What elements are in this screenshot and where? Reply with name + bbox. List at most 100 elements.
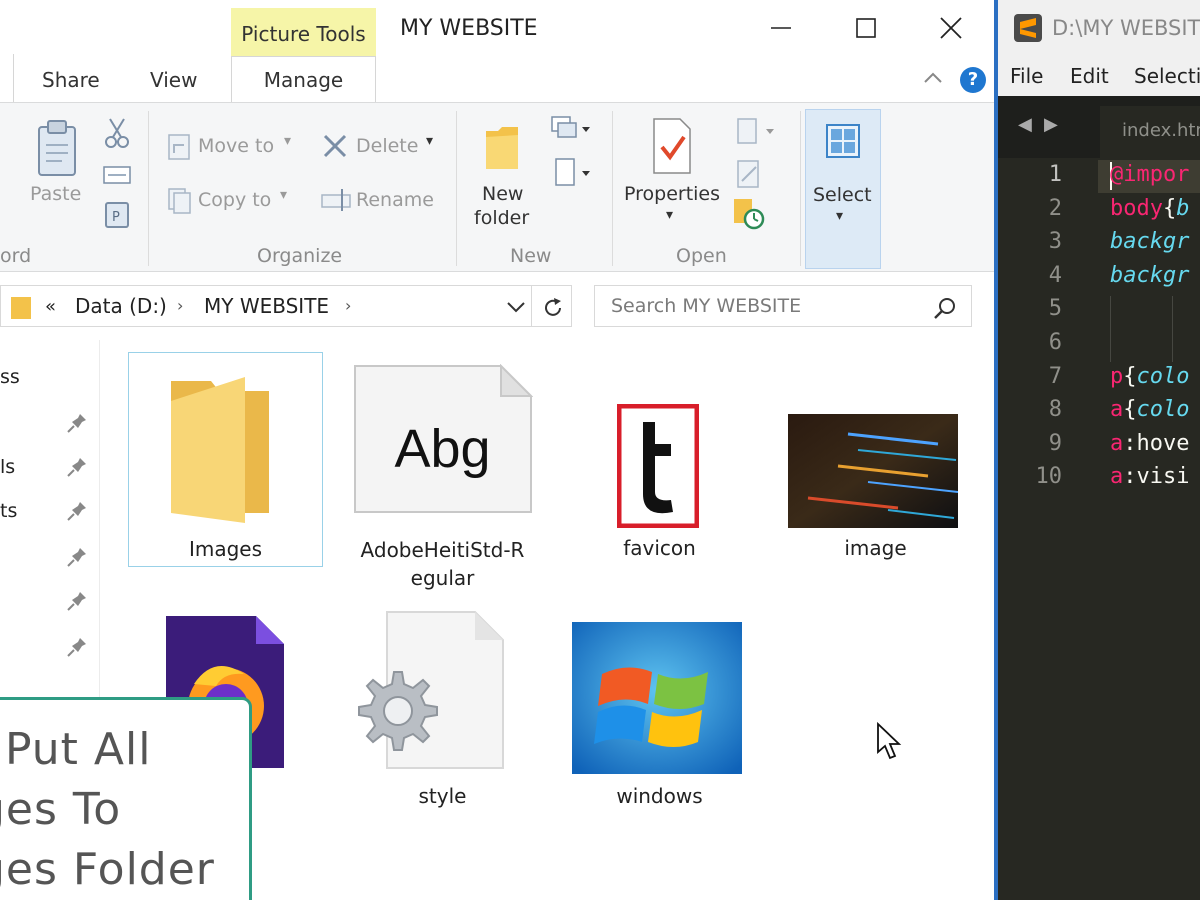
breadcrumb-overflow[interactable]: « <box>45 296 56 317</box>
history-icon[interactable] <box>732 197 766 231</box>
rename-icon <box>321 189 351 211</box>
menu-selection[interactable]: Selectio <box>1134 64 1200 88</box>
close-button[interactable] <box>915 8 987 48</box>
indent-guide <box>1172 296 1173 362</box>
tab-index-html[interactable]: index.htm <box>1100 106 1200 158</box>
code-token: backgr <box>1110 262 1190 288</box>
file-item-image[interactable]: image <box>778 352 973 567</box>
search-icon[interactable] <box>933 296 957 320</box>
help-icon[interactable]: ? <box>960 67 986 93</box>
file-name: Images <box>188 537 263 561</box>
code-line: backgr <box>1110 263 1189 288</box>
pin-icon[interactable] <box>66 636 88 658</box>
code-token: { <box>1123 363 1137 389</box>
nav-item-downloads[interactable]: ls <box>0 456 15 478</box>
tab-scroll-right-icon[interactable]: ▶ <box>1044 114 1058 135</box>
breadcrumb-separator-icon[interactable]: › <box>177 296 183 315</box>
maximize-button[interactable] <box>830 8 902 48</box>
delete-dropdown-icon[interactable]: ▾ <box>426 133 433 149</box>
code-editor-window: D:\MY WEBSITE File Edit Selectio ◀ ▶ ind… <box>998 0 1200 900</box>
file-item-favicon[interactable]: favicon <box>562 352 757 567</box>
search-input[interactable]: Search MY WEBSITE <box>594 285 972 327</box>
new-item-icon[interactable] <box>548 115 592 149</box>
file-name-line1: AdobeHeitiStd-R <box>360 538 525 562</box>
tab-file[interactable] <box>0 54 14 102</box>
nav-item-documents[interactable]: ts <box>0 500 17 522</box>
title-bar: Picture Tools MY WEBSITE <box>0 0 996 56</box>
copy-path-icon[interactable] <box>102 165 132 185</box>
code-token: backgr <box>1110 229 1190 255</box>
code-line: body{b <box>1110 196 1189 221</box>
favicon-thumbnail-icon <box>617 404 699 528</box>
tab-view[interactable]: View <box>150 68 197 92</box>
ribbon-separator <box>148 111 149 266</box>
pin-icon[interactable] <box>66 456 88 478</box>
properties-icon <box>653 118 691 174</box>
refresh-icon[interactable] <box>541 296 565 320</box>
callout-line-3: ges Folder <box>0 844 215 895</box>
copy-to-button[interactable]: Copy to <box>198 189 271 211</box>
tab-share[interactable]: Share <box>42 68 100 92</box>
move-to-dropdown-icon[interactable]: ▾ <box>284 133 291 149</box>
tab-label: index.htm <box>1122 120 1200 141</box>
breadcrumb-data-drive[interactable]: Data (D:) <box>75 294 167 318</box>
code-line: backgr <box>1110 229 1189 254</box>
picture-tools-label: Picture Tools <box>241 22 366 46</box>
pin-icon[interactable] <box>66 412 88 434</box>
cut-icon[interactable] <box>104 117 130 149</box>
select-button[interactable]: Select ▾ <box>805 109 881 269</box>
paste-button[interactable]: Paste <box>30 183 81 205</box>
line-number: 8 <box>1048 397 1062 423</box>
pin-icon[interactable] <box>66 590 88 612</box>
minimize-button[interactable] <box>745 8 817 48</box>
file-name: windows <box>616 784 703 808</box>
file-item-font[interactable]: Abg AdobeHeitiStd-R egular <box>345 352 540 592</box>
tab-scroll-left-icon[interactable]: ◀ <box>1018 114 1032 135</box>
paste-shortcut-icon[interactable]: P <box>104 199 130 229</box>
properties-dropdown-icon[interactable]: ▾ <box>666 207 673 223</box>
code-token: a <box>1110 464 1124 490</box>
pin-icon[interactable] <box>66 500 88 522</box>
paste-icon <box>38 120 76 176</box>
address-bar[interactable]: « Data (D:) › MY WEBSITE › <box>0 285 572 327</box>
breadcrumb-my-website[interactable]: MY WEBSITE <box>204 294 329 318</box>
file-name: style <box>418 784 467 808</box>
edit-icon[interactable] <box>734 159 764 189</box>
file-item-style[interactable]: style <box>345 600 540 815</box>
line-number: 5 <box>1048 296 1062 322</box>
new-group-label: New <box>510 245 552 267</box>
rename-button[interactable]: Rename <box>356 189 434 211</box>
nav-item-quick-access[interactable]: ss <box>0 366 20 388</box>
tab-manage[interactable]: Manage <box>231 56 376 104</box>
address-divider <box>531 286 532 326</box>
code-token: a <box>1110 430 1124 456</box>
menu-file[interactable]: File <box>1010 64 1043 88</box>
new-folder-label-line1[interactable]: New <box>482 183 523 205</box>
menu-edit[interactable]: Edit <box>1070 64 1109 88</box>
picture-tools-tab-group: Picture Tools <box>231 8 376 56</box>
collapse-ribbon-chevron-icon[interactable] <box>923 70 943 84</box>
chevron-down-icon[interactable] <box>506 301 526 315</box>
easy-access-icon[interactable] <box>548 157 592 191</box>
select-label: Select <box>813 184 872 206</box>
file-item-windows[interactable]: windows <box>562 600 757 815</box>
new-folder-label-line2[interactable]: folder <box>474 207 529 229</box>
maximize-icon <box>856 18 876 38</box>
copy-to-dropdown-icon[interactable]: ▾ <box>280 187 287 203</box>
file-name: favicon <box>623 536 696 560</box>
ribbon-tabs: Share View Manage <box>0 54 996 104</box>
code-token: p <box>1110 363 1124 389</box>
properties-button[interactable]: Properties <box>624 183 720 205</box>
delete-button[interactable]: Delete <box>356 135 418 157</box>
code-token: colo <box>1136 363 1190 389</box>
minimize-icon <box>771 27 791 29</box>
open-icon[interactable] <box>734 115 778 147</box>
code-token: { <box>1123 397 1137 423</box>
line-number: 1 <box>1048 162 1062 187</box>
clipboard-group-label: ord <box>0 245 32 267</box>
file-explorer-window: Picture Tools MY WEBSITE Share View Mana… <box>0 0 996 900</box>
pin-icon[interactable] <box>66 546 88 568</box>
move-to-button[interactable]: Move to <box>198 135 274 157</box>
breadcrumb-separator-icon[interactable]: › <box>345 296 351 315</box>
file-item-images-folder[interactable]: Images <box>128 352 323 567</box>
